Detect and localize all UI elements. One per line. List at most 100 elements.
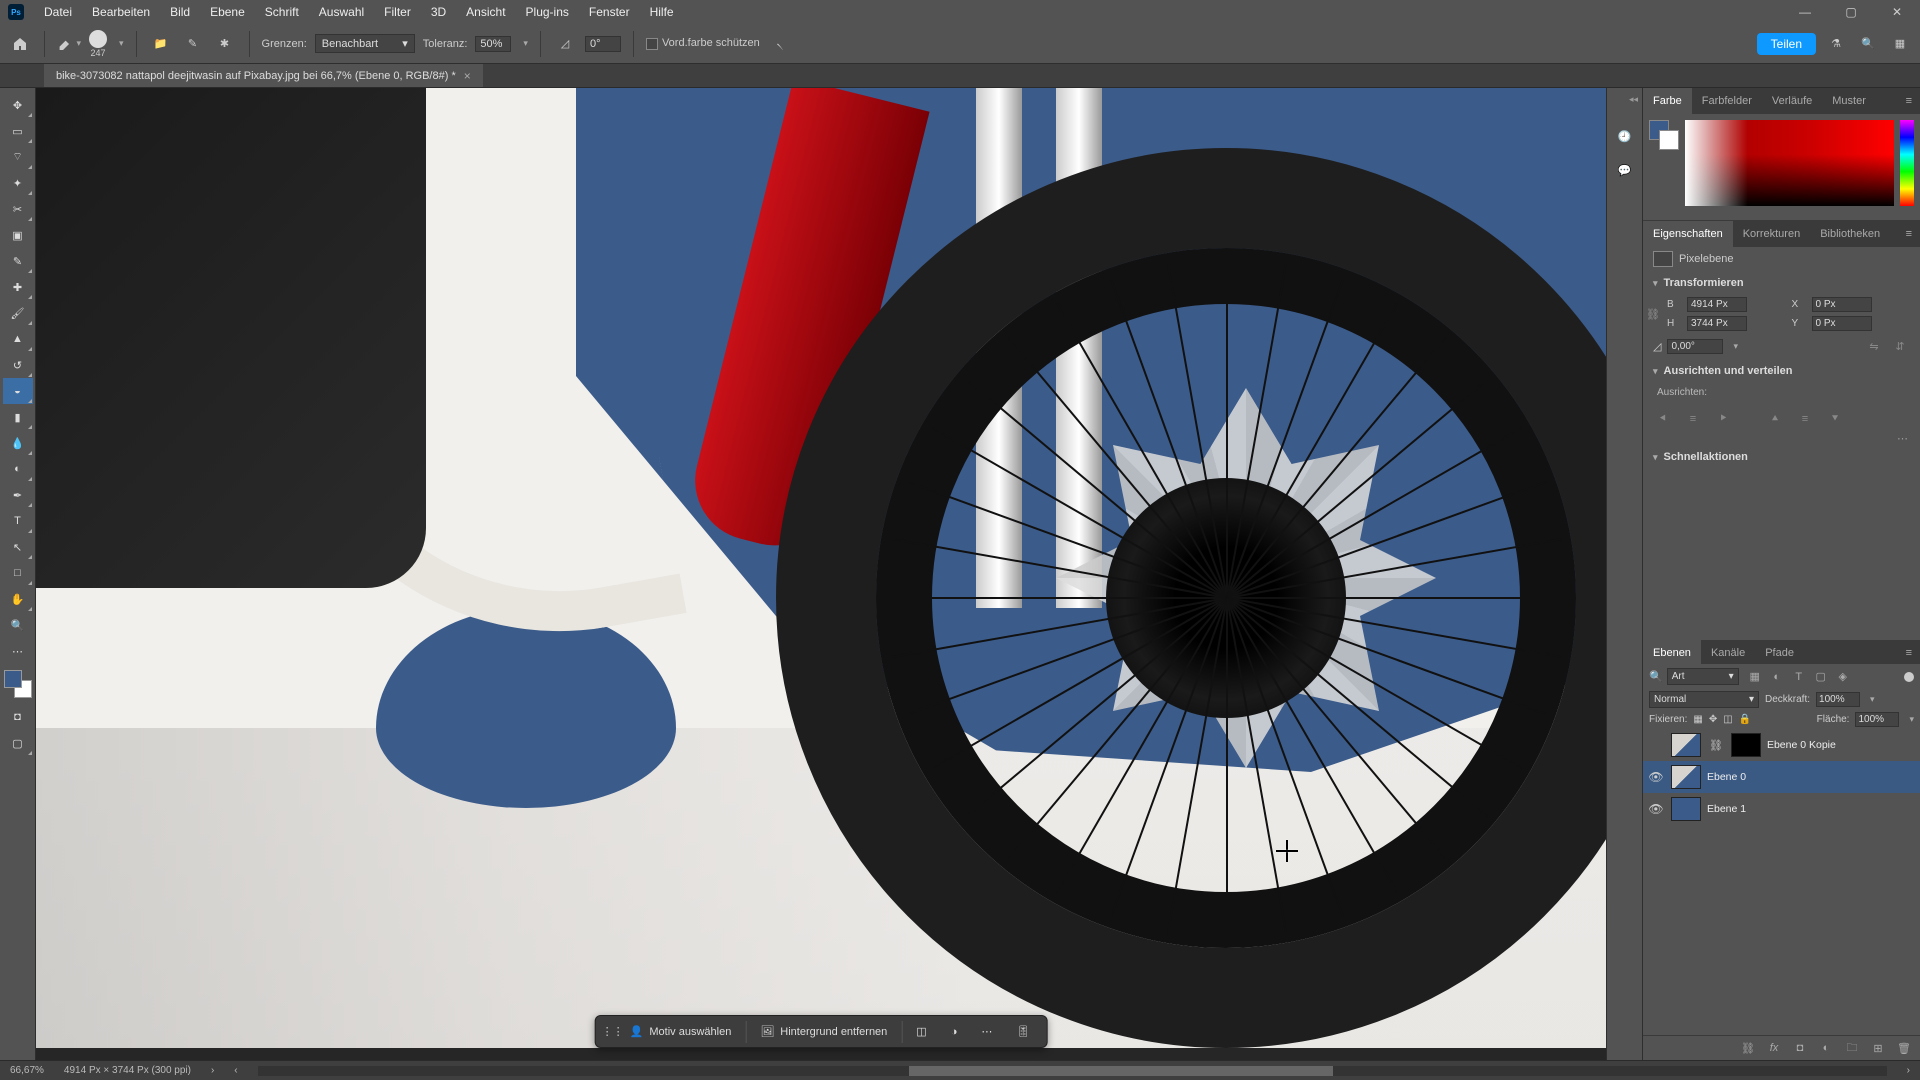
brush-settings-button[interactable]: 📁 <box>149 32 173 56</box>
close-tab-button[interactable]: × <box>464 69 471 83</box>
protect-foreground-checkbox[interactable]: Vord.farbe schützen <box>646 37 760 49</box>
filter-type-icon[interactable]: T <box>1791 670 1807 684</box>
y-input[interactable] <box>1812 316 1872 331</box>
layer-thumbnail[interactable] <box>1671 797 1701 821</box>
filter-smart-icon[interactable]: ◈ <box>1835 670 1851 684</box>
link-layers-button[interactable]: ⛓ <box>1740 1040 1756 1056</box>
hue-slider[interactable] <box>1900 120 1914 206</box>
menu-file[interactable]: Datei <box>34 0 82 24</box>
filter-kind-select[interactable]: Art▾ <box>1667 668 1739 685</box>
align-vcenter-button[interactable]: ≡ <box>1795 410 1815 428</box>
filter-pixel-icon[interactable]: ▦ <box>1747 670 1763 684</box>
width-input[interactable] <box>1687 297 1747 312</box>
remove-background-button[interactable]: 🖼 Hintergrund entfernen <box>750 1020 897 1043</box>
layer-thumbnail[interactable] <box>1671 733 1701 757</box>
lock-all-icon[interactable]: 🔒 <box>1739 714 1751 725</box>
pen-tool[interactable]: ✒ <box>3 482 33 508</box>
visibility-toggle[interactable]: 👁 <box>1647 770 1665 784</box>
flip-v-button[interactable]: ⇵ <box>1890 337 1910 355</box>
more-options-button[interactable]: ⋯ <box>1643 432 1920 445</box>
tab-properties[interactable]: Eigenschaften <box>1643 221 1733 247</box>
tab-channels[interactable]: Kanäle <box>1701 640 1755 664</box>
pressure-size-button[interactable]: ৲ <box>768 32 792 56</box>
mask-thumbnail[interactable] <box>1731 733 1761 757</box>
minimize-button[interactable]: — <box>1782 0 1828 24</box>
tool-preset-button[interactable]: ▾ <box>57 32 81 56</box>
align-left-button[interactable]: ⯇ <box>1653 410 1673 428</box>
color-swatches[interactable] <box>4 670 32 698</box>
canvas-area[interactable]: ⋮⋮ 👤 Motiv auswählen 🖼 Hintergrund entfe… <box>36 88 1606 1060</box>
zoom-tool[interactable]: 🔍 <box>3 612 33 638</box>
layer-mask-button[interactable]: ◘ <box>1792 1040 1808 1056</box>
history-panel-icon[interactable]: 🕘 <box>1613 124 1637 148</box>
filter-adjust-icon[interactable]: ◐ <box>1769 670 1785 684</box>
menu-filter[interactable]: Filter <box>374 0 421 24</box>
tab-paths[interactable]: Pfade <box>1755 640 1804 664</box>
tab-adjustments[interactable]: Korrekturen <box>1733 221 1810 247</box>
menu-help[interactable]: Hilfe <box>640 0 684 24</box>
fg-bg-swatch[interactable] <box>1649 120 1679 150</box>
sample-button[interactable]: ✎ <box>181 32 205 56</box>
align-header[interactable]: ▾Ausrichten und verteilen <box>1643 359 1920 383</box>
properties-button[interactable]: 🎚 <box>1006 1020 1040 1043</box>
workspace-button[interactable]: ▦ <box>1888 32 1912 56</box>
align-top-button[interactable]: ⯅ <box>1765 410 1785 428</box>
edit-toolbar-button[interactable]: ⋯ <box>3 638 33 664</box>
brush-tool[interactable]: 🖌 <box>3 300 33 326</box>
eyedropper-tool[interactable]: ✎ <box>3 248 33 274</box>
rotation-input[interactable] <box>1667 339 1723 354</box>
search-button[interactable]: 🔍 <box>1856 32 1880 56</box>
layer-name-label[interactable]: Ebene 1 <box>1707 803 1746 815</box>
adjust-button[interactable]: ◑ <box>941 1021 968 1043</box>
menu-layer[interactable]: Ebene <box>200 0 255 24</box>
filter-toggle[interactable] <box>1904 672 1914 682</box>
tolerance-input[interactable]: 50% <box>475 36 511 52</box>
delete-layer-button[interactable]: 🗑 <box>1896 1040 1912 1056</box>
tab-libraries[interactable]: Bibliotheken <box>1810 221 1890 247</box>
more-button[interactable]: ⋯ <box>971 1020 1002 1043</box>
path-select-tool[interactable]: ↖ <box>3 534 33 560</box>
menu-image[interactable]: Bild <box>160 0 200 24</box>
quick-actions-header[interactable]: ▾Schnellaktionen <box>1643 445 1920 469</box>
align-right-button[interactable]: ⯈ <box>1713 410 1733 428</box>
scroll-right-button[interactable]: › <box>1907 1065 1910 1076</box>
crop-tool[interactable]: ✂ <box>3 196 33 222</box>
lock-position-icon[interactable]: ✥ <box>1709 714 1717 725</box>
layer-row[interactable]: ⛓ Ebene 0 Kopie <box>1643 729 1920 761</box>
status-caret[interactable]: › <box>211 1065 214 1076</box>
shape-tool[interactable]: □ <box>3 560 33 586</box>
select-subject-button[interactable]: 👤 Motiv auswählen <box>620 1020 742 1043</box>
share-button[interactable]: Teilen <box>1757 33 1816 55</box>
move-tool[interactable]: ✥ <box>3 92 33 118</box>
menu-window[interactable]: Fenster <box>579 0 640 24</box>
layer-name-label[interactable]: Ebene 0 <box>1707 771 1746 783</box>
expand-dock-button[interactable]: ◂◂ <box>1607 94 1642 110</box>
opacity-input[interactable]: 100% <box>1816 692 1860 707</box>
color-field[interactable] <box>1685 120 1894 206</box>
doc-dimensions[interactable]: 4914 Px × 3744 Px (300 ppi) <box>64 1065 191 1076</box>
zoom-level[interactable]: 66,67% <box>10 1065 44 1076</box>
fill-input[interactable]: 100% <box>1855 712 1899 727</box>
group-button[interactable]: 🗀 <box>1844 1040 1860 1056</box>
maximize-button[interactable]: ▢ <box>1828 0 1874 24</box>
history-brush-tool[interactable]: ↺ <box>3 352 33 378</box>
scroll-left-button[interactable]: ‹ <box>234 1065 237 1076</box>
tab-layers[interactable]: Ebenen <box>1643 640 1701 664</box>
screen-mode-button[interactable]: ▢ <box>3 730 33 756</box>
layer-name-label[interactable]: Ebene 0 Kopie <box>1767 739 1836 751</box>
close-button[interactable]: ✕ <box>1874 0 1920 24</box>
new-layer-button[interactable]: ⊞ <box>1870 1040 1886 1056</box>
limits-select[interactable]: Benachbart▾ <box>315 34 415 53</box>
eraser-tool[interactable]: ◒ <box>3 378 33 404</box>
menu-view[interactable]: Ansicht <box>456 0 515 24</box>
lab-icon[interactable]: ⚗ <box>1824 32 1848 56</box>
transform-header[interactable]: ▾Transformieren <box>1643 271 1920 295</box>
brush-preview[interactable]: 247 <box>89 30 107 58</box>
home-button[interactable] <box>8 32 32 56</box>
mask-link-icon[interactable]: ⛓ <box>1707 739 1725 752</box>
tab-color[interactable]: Farbe <box>1643 88 1692 114</box>
panel-menu-button[interactable]: ≡ <box>1898 221 1920 247</box>
transform-button[interactable]: ◫ <box>906 1020 936 1043</box>
tab-swatches[interactable]: Farbfelder <box>1692 88 1762 114</box>
pressure-button[interactable]: ✱ <box>213 32 237 56</box>
